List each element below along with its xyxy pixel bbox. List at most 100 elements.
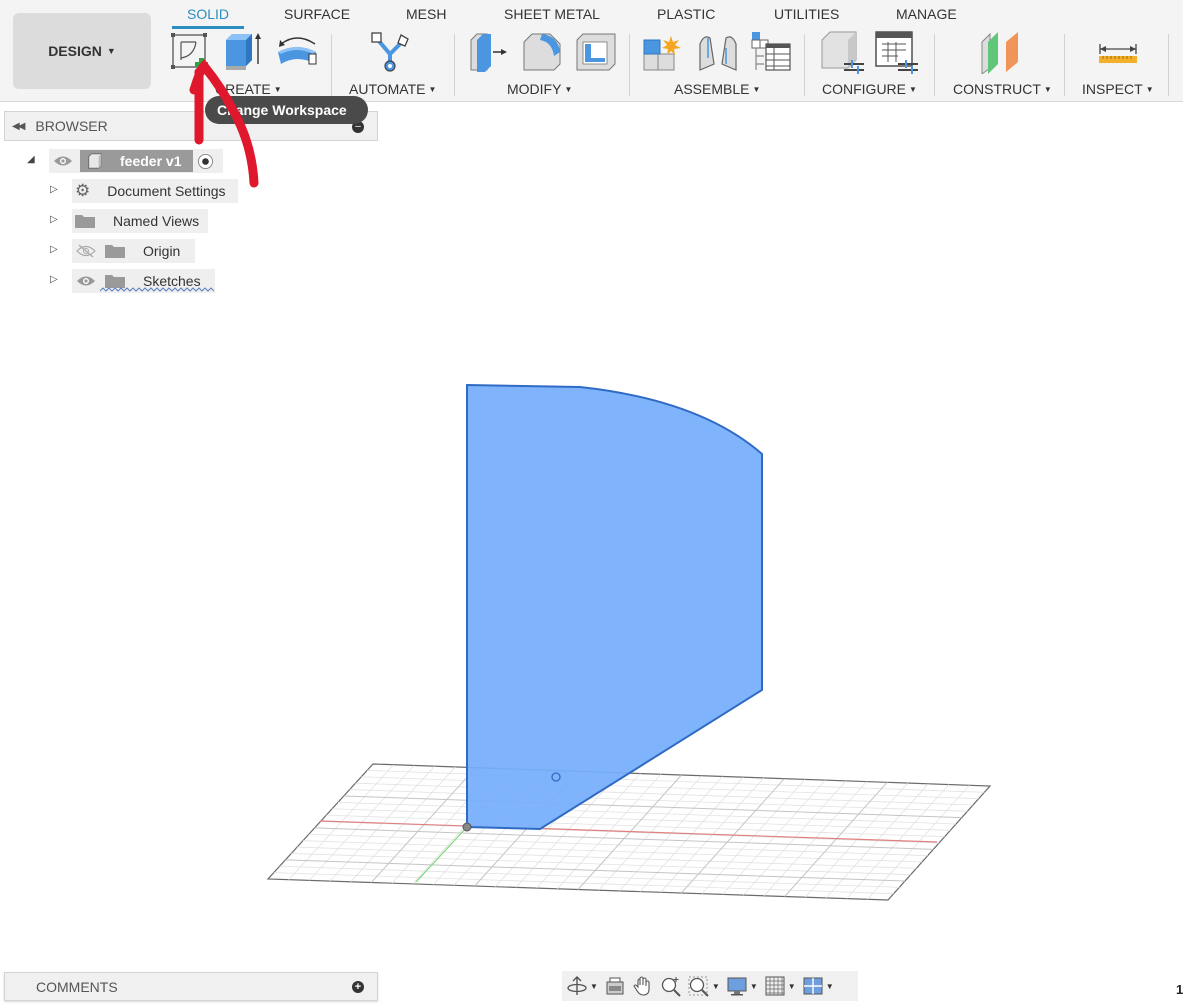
configure-menu[interactable]: CONFIGURE ▼: [822, 81, 917, 97]
inspect-menu[interactable]: INSPECT ▼: [1082, 81, 1154, 97]
grid-line: [297, 846, 917, 869]
collapse-panel-icon[interactable]: ◀◀: [12, 121, 25, 132]
activate-radio-icon[interactable]: [197, 153, 214, 170]
press-pull-button[interactable]: [467, 30, 511, 74]
bill-of-materials-icon: [751, 32, 791, 71]
assemble-menu[interactable]: ASSEMBLE ▼: [674, 81, 760, 97]
workspace-switcher-button[interactable]: DESIGN ▼: [13, 13, 151, 89]
tree-item-label: Named Views: [113, 213, 200, 229]
press-pull-icon: [470, 33, 507, 72]
measure-button[interactable]: [1096, 30, 1140, 74]
caret-down-icon: ▼: [273, 85, 282, 94]
caret-down-icon: ▼: [909, 85, 917, 94]
automate-menu[interactable]: AUTOMATE ▼: [349, 81, 436, 97]
grid-line: [279, 865, 900, 888]
tree-item-named-views[interactable]: Named Views: [72, 209, 208, 233]
visibility-eye-icon[interactable]: [53, 154, 73, 168]
zoom-button[interactable]: [660, 975, 682, 997]
caret-down-icon[interactable]: ▼: [712, 982, 720, 991]
add-comment-button[interactable]: +: [352, 981, 364, 993]
display-settings-button[interactable]: ▼: [726, 975, 758, 997]
expand-tree-icon[interactable]: ▷: [50, 184, 58, 195]
caret-down-icon: ▼: [752, 85, 761, 94]
look-at-button[interactable]: [604, 975, 626, 997]
automate-button[interactable]: [368, 30, 412, 74]
folder-icon: [105, 245, 125, 258]
expand-tree-icon[interactable]: ▷: [50, 244, 58, 255]
create-sketch-button[interactable]: [168, 30, 212, 74]
configure-component-button[interactable]: [820, 30, 864, 74]
divider: [934, 34, 935, 96]
folder-icon: [75, 215, 95, 228]
new-component-icon: [643, 36, 681, 71]
grid-line: [291, 853, 911, 876]
expand-tree-icon[interactable]: ▷: [50, 214, 58, 225]
new-component-button[interactable]: [641, 30, 685, 74]
tab-utilities[interactable]: UTILITIES: [774, 6, 839, 22]
tree-item-document-settings[interactable]: ⚙ Document Settings: [72, 179, 238, 203]
collapse-tree-icon[interactable]: ◢: [27, 154, 35, 165]
caret-down-icon[interactable]: ▼: [590, 982, 598, 991]
look-at-icon: [606, 977, 624, 995]
grid-line: [577, 774, 682, 890]
ground-grid: [266, 763, 992, 901]
configuration-table-icon: [875, 31, 918, 74]
tree-root-feeder[interactable]: feeder v1: [49, 149, 223, 173]
revolve-icon: [278, 37, 317, 65]
tree-item-sketches[interactable]: Sketches: [72, 269, 215, 293]
comments-panel[interactable]: COMMENTS +: [4, 972, 378, 1001]
caret-down-icon[interactable]: ▼: [750, 982, 758, 991]
caret-down-icon[interactable]: ▼: [826, 982, 834, 991]
grid-snaps-button[interactable]: ▼: [764, 975, 796, 997]
tab-sheet-metal[interactable]: SHEET METAL: [504, 6, 600, 22]
expand-tree-icon[interactable]: ▷: [50, 274, 58, 285]
hidden-eye-icon[interactable]: [76, 244, 96, 258]
caret-down-icon: ▼: [564, 85, 573, 94]
tab-solid[interactable]: SOLID: [187, 6, 229, 22]
grid-line: [332, 808, 951, 831]
grid-line: [639, 776, 744, 892]
configuration-table-button[interactable]: [874, 30, 918, 74]
grid-line: [701, 779, 806, 894]
tab-plastic[interactable]: PLASTIC: [657, 6, 715, 22]
create-menu[interactable]: CREATE ▼: [215, 81, 282, 97]
corner-indicator: 1: [1176, 982, 1183, 997]
grid-line: [515, 772, 621, 888]
grid-line: [367, 769, 985, 793]
orbit-button[interactable]: ▼: [566, 975, 598, 997]
visibility-eye-icon[interactable]: [76, 274, 96, 288]
grid-settings-icon: [765, 976, 785, 996]
viewports-button[interactable]: ▼: [802, 975, 834, 997]
pan-button[interactable]: [632, 975, 654, 997]
construct-label: CONSTRUCT: [953, 81, 1041, 97]
sketch-profile-body[interactable]: [462, 383, 763, 832]
grid-line: [660, 777, 765, 893]
bom-button[interactable]: [750, 30, 794, 74]
tab-surface[interactable]: SURFACE: [284, 6, 350, 22]
viewports-icon: [803, 977, 823, 995]
joint-button[interactable]: [696, 30, 740, 74]
offset-plane-button[interactable]: [978, 30, 1022, 75]
orbit-icon: [567, 976, 587, 995]
modify-menu[interactable]: MODIFY ▼: [507, 81, 572, 97]
grid-line: [474, 770, 580, 887]
revolve-button[interactable]: [275, 30, 319, 74]
grid-line: [846, 784, 950, 899]
zoom-window-button[interactable]: ▼: [688, 975, 720, 997]
grid-line: [453, 770, 559, 886]
tree-item-origin[interactable]: Origin: [72, 239, 195, 263]
divider: [331, 34, 332, 96]
construct-menu[interactable]: CONSTRUCT ▼: [953, 81, 1052, 97]
grid-line: [763, 781, 867, 897]
tab-mesh[interactable]: MESH: [406, 6, 446, 22]
tooltip-text: Change Workspace: [217, 102, 347, 118]
fillet-button[interactable]: [520, 30, 564, 74]
root-label: feeder v1: [120, 153, 182, 169]
caret-down-icon[interactable]: ▼: [788, 982, 796, 991]
extrude-button[interactable]: [220, 30, 264, 74]
shell-button[interactable]: [575, 30, 619, 74]
grid-line: [361, 776, 979, 800]
grid-line: [867, 784, 970, 900]
grid-line: [302, 840, 923, 863]
tab-manage[interactable]: MANAGE: [896, 6, 957, 22]
